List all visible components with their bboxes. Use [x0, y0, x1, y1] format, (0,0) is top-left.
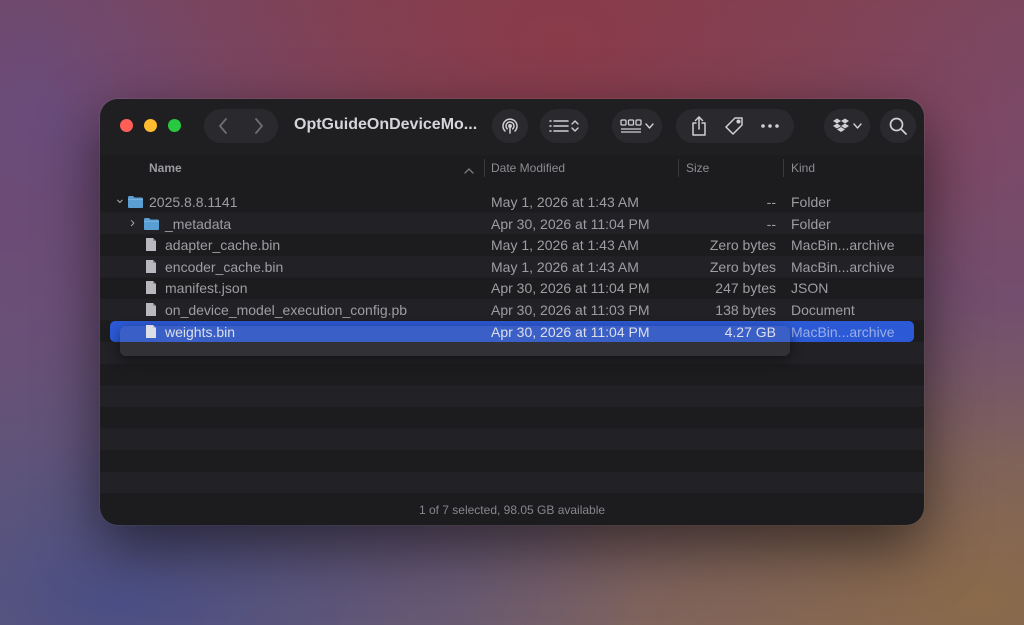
file-kind: Document: [791, 302, 855, 318]
file-kind: MacBin...archive: [791, 237, 895, 254]
file-size: --: [766, 215, 776, 232]
chevron-down-icon: [645, 123, 654, 129]
ellipsis-icon[interactable]: [761, 124, 780, 128]
file-size: 247 bytes: [715, 280, 776, 297]
folder-icon: [127, 195, 144, 212]
file-name: on_device_model_execution_config.pb: [165, 302, 408, 318]
table-row[interactable]: weights.bin Apr 30, 2026 at 11:04 PM 4.27 …: [100, 320, 924, 343]
file-date: Apr 30, 2026 at 11:04 PM: [491, 280, 650, 297]
file-name: weights.bin: [165, 323, 236, 340]
file-list: ⌄ 2025.8.8.1141 May 1, 2026 at 1:43 AM -- Fo…: [100, 190, 924, 493]
chevron-down-icon: [853, 123, 862, 129]
window-title: OptGuideOnDeviceMo...: [294, 116, 478, 133]
document-icon: [145, 259, 157, 277]
forward-button[interactable]: [241, 109, 277, 143]
document-icon: [145, 324, 157, 342]
chevron-right-icon: [254, 118, 264, 134]
chevron-updown-icon: [571, 120, 579, 132]
column-divider[interactable]: [484, 159, 485, 177]
column-kind[interactable]: Kind: [791, 161, 815, 175]
file-size: 4.27 GB: [724, 323, 776, 340]
table-row[interactable]: ⌄ 2025.8.8.1141 May 1, 2026 at 1:43 AM -- Fo…: [100, 190, 924, 213]
document-icon: [145, 280, 157, 298]
file-date: May 1, 2026 at 1:43 AM: [491, 194, 639, 210]
disclosure-collapsed-icon[interactable]: ›: [130, 214, 135, 231]
status-bar: 1 of 7 selected, 98.05 GB available: [418, 503, 606, 517]
dropbox-icon: [832, 118, 850, 134]
table-row[interactable]: on_device_model_execution_config.pb Apr 3…: [100, 299, 924, 321]
column-divider[interactable]: [783, 159, 784, 177]
file-kind: JSON: [791, 280, 829, 297]
file-name: 2025.8.8.1141: [149, 194, 238, 210]
file-size: --: [766, 194, 776, 210]
file-name: manifest.json: [165, 280, 248, 297]
airdrop-icon: [500, 116, 520, 136]
file-kind: MacBin...archive: [791, 258, 895, 275]
grid-group-icon: [620, 119, 642, 133]
file-date: Apr 30, 2026 at 11:03 PM: [491, 302, 650, 318]
column-header: Name Date Modified Size Kind: [100, 155, 924, 183]
file-name: adapter_cache.bin: [165, 237, 281, 254]
navigation-group: [204, 109, 278, 143]
share-icon[interactable]: [691, 116, 707, 136]
zoom-button[interactable]: [168, 119, 181, 132]
file-kind: Folder: [791, 194, 831, 210]
folder-icon: [143, 217, 160, 234]
file-name: encoder_cache.bin: [165, 258, 284, 275]
dropbox-button[interactable]: [824, 109, 870, 143]
document-icon: [145, 237, 157, 255]
list-view-icon: [549, 119, 569, 133]
minimize-button[interactable]: [144, 119, 157, 132]
column-name[interactable]: Name: [149, 161, 182, 175]
file-kind: Folder: [791, 215, 831, 232]
disclosure-expanded-icon[interactable]: ⌄: [114, 190, 126, 207]
file-name: _metadata: [165, 215, 232, 232]
finder-window: OptGuideOnDeviceMo... Name Date Modified…: [100, 99, 924, 525]
sort-ascending-icon[interactable]: [464, 163, 474, 177]
file-kind: MacBin...archive: [791, 323, 895, 340]
back-button[interactable]: [205, 109, 241, 143]
table-row[interactable]: adapter_cache.bin May 1, 2026 at 1:43 AM Z…: [100, 234, 924, 256]
file-size: Zero bytes: [709, 237, 776, 254]
file-date: May 1, 2026 at 1:43 AM: [491, 258, 639, 275]
file-date: Apr 30, 2026 at 11:04 PM: [491, 215, 650, 232]
chevron-left-icon: [218, 118, 228, 134]
table-row[interactable]: › _metadata Apr 30, 2026 at 11:04 PM -- Fold…: [100, 213, 924, 235]
table-row[interactable]: manifest.json Apr 30, 2026 at 11:04 PM 247…: [100, 277, 924, 299]
actions-group: [676, 109, 794, 143]
column-divider[interactable]: [678, 159, 679, 177]
file-size: 138 bytes: [715, 302, 776, 318]
view-mode-button[interactable]: [540, 109, 588, 143]
column-date-modified[interactable]: Date Modified: [491, 161, 565, 175]
file-size: Zero bytes: [709, 258, 776, 275]
column-size[interactable]: Size: [686, 161, 709, 175]
file-date: Apr 30, 2026 at 11:04 PM: [491, 323, 650, 340]
document-icon: [145, 302, 157, 320]
table-row[interactable]: encoder_cache.bin May 1, 2026 at 1:43 AM Z…: [100, 256, 924, 278]
search-icon: [889, 117, 907, 135]
airdrop-button[interactable]: [492, 109, 528, 143]
search-button[interactable]: [880, 109, 916, 143]
close-button[interactable]: [120, 119, 133, 132]
tag-icon[interactable]: [724, 116, 744, 136]
toolbar: OptGuideOnDeviceMo...: [100, 99, 924, 155]
file-date: May 1, 2026 at 1:43 AM: [491, 237, 639, 254]
group-button[interactable]: [612, 109, 662, 143]
